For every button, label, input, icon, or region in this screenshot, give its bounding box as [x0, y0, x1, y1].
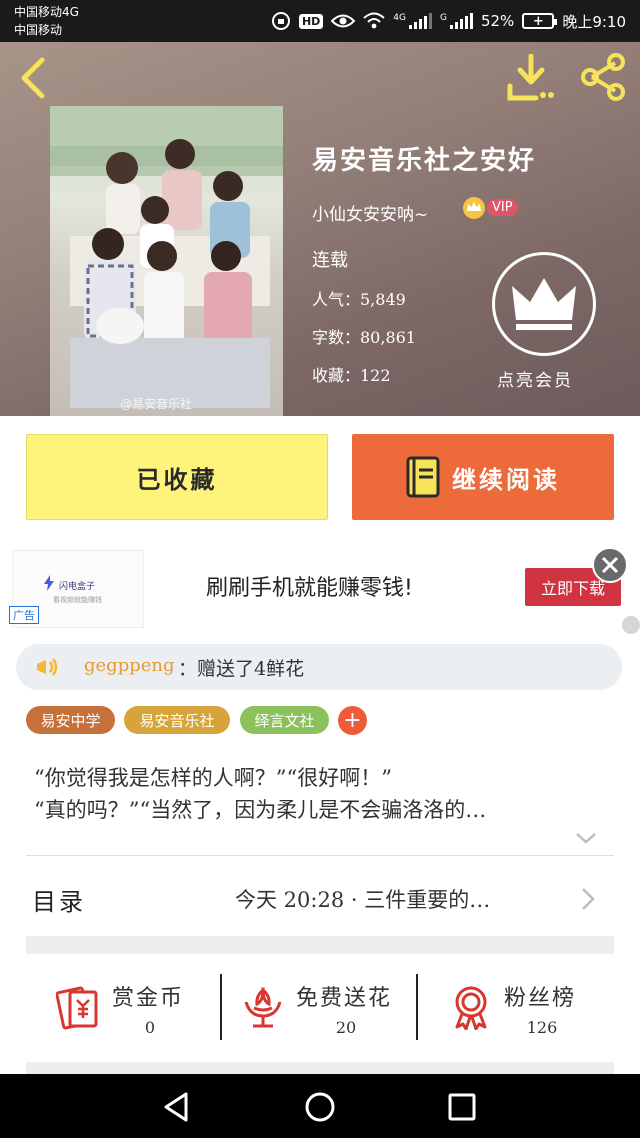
gift-user[interactable]: gegppeng	[84, 655, 175, 676]
nav-home-icon[interactable]	[303, 1090, 337, 1124]
popularity-stat: 人气：5,849	[312, 290, 406, 309]
gift-text: ：赠送了4鲜花	[178, 658, 305, 680]
signal-g-icon: G	[440, 13, 473, 29]
fans-value: 126	[526, 1018, 558, 1037]
red-envelope-icon	[56, 986, 98, 1030]
megaphone-icon	[37, 658, 58, 676]
flowers-title: 免费送花	[296, 986, 393, 1011]
tag-3[interactable]: 绎言文社	[240, 706, 329, 734]
signal-4g-icon: 4G	[393, 13, 432, 29]
carrier-2: 中国移动	[14, 23, 63, 37]
ad-banner[interactable]: 闪电盒子 看视频就能赚钱 广告 刷刷手机就能赚零钱! 立即下载	[0, 540, 640, 634]
ad-brand-sub: 看视频就能赚钱	[53, 596, 102, 604]
chevron-down-icon[interactable]	[574, 830, 598, 846]
status-bar: 中国移动4G 中国移动 HD 4G G 52% + 晚上9:10	[0, 0, 640, 42]
ad-tag: 广告	[9, 606, 39, 624]
eye-icon	[331, 13, 356, 29]
tag-1[interactable]: 易安中学	[26, 706, 115, 734]
ad-brand: 闪电盒子	[59, 582, 96, 592]
stat-divider	[416, 974, 418, 1040]
member-button[interactable]	[492, 252, 596, 356]
clock: 晚上9:10	[562, 12, 626, 31]
wifi-icon	[363, 12, 385, 30]
favorited-button[interactable]: 已收藏	[26, 434, 328, 520]
ad-text[interactable]: 刷刷手机就能赚零钱!	[206, 570, 413, 602]
gift-notice[interactable]: gegppeng ：赠送了4鲜花	[16, 644, 622, 690]
back-button[interactable]	[14, 56, 54, 100]
medal-icon	[455, 986, 487, 1030]
share-button[interactable]	[578, 52, 628, 102]
close-icon	[601, 556, 619, 574]
reward-value: 0	[144, 1018, 156, 1037]
rotation-lock-icon	[271, 11, 291, 31]
favorited-label: 已收藏	[136, 464, 218, 494]
ad-info-icon[interactable]	[622, 616, 640, 634]
book-cover[interactable]: @易安音乐社	[50, 106, 283, 416]
nav-recent-icon[interactable]	[445, 1090, 479, 1124]
vip-badge: VIP	[487, 199, 518, 216]
battery-percent: 52%	[480, 12, 515, 30]
cover-photo	[50, 106, 283, 408]
flower-icon	[244, 986, 282, 1028]
add-tag-button[interactable]: +	[338, 706, 367, 735]
favorites-stat: 收藏：122	[312, 366, 391, 385]
word-count-stat: 字数：80,861	[312, 328, 416, 347]
stat-divider	[220, 974, 222, 1040]
reward-title: 赏金币	[112, 986, 185, 1011]
synopsis-line-1[interactable]: “你觉得我是怎样的人啊？”“很好啊！”	[34, 762, 392, 792]
system-nav-bar	[0, 1074, 640, 1138]
status-icons: HD 4G G 52% + 晚上9:10	[271, 9, 626, 33]
section-separator	[26, 936, 614, 954]
download-button[interactable]	[506, 53, 556, 102]
lightning-icon	[44, 575, 54, 591]
member-label[interactable]: 点亮会员	[497, 366, 573, 391]
section-separator	[26, 1062, 614, 1074]
book-header: @易安音乐社 易安音乐社之安好 小仙女安安呐~ VIP 连载 人气：5,849 …	[0, 42, 640, 416]
serial-status: 连载	[312, 250, 348, 271]
tag-2[interactable]: 易安音乐社	[124, 706, 230, 734]
continue-reading-button[interactable]: 继续阅读	[352, 434, 614, 520]
download-icon	[507, 53, 554, 101]
continue-reading-label: 继续阅读	[452, 464, 560, 494]
author-name[interactable]: 小仙女安安呐~	[312, 200, 428, 225]
cover-watermark: @易安音乐社	[120, 397, 193, 411]
crown-icon	[512, 278, 576, 330]
hd-icon: HD	[298, 13, 324, 29]
ad-close-button[interactable]	[592, 547, 628, 583]
book-icon	[406, 456, 440, 498]
vip-crown-icon	[463, 197, 485, 219]
carrier-1: 中国移动4G	[14, 5, 79, 19]
divider	[26, 855, 614, 856]
fans-title: 粉丝榜	[504, 986, 577, 1011]
nav-back-icon[interactable]	[160, 1090, 194, 1124]
chevron-right-icon[interactable]	[580, 886, 596, 912]
book-title: 易安音乐社之安好	[312, 146, 537, 176]
share-icon	[581, 53, 625, 101]
synopsis-line-2[interactable]: “真的吗？”“当然了，因为柔儿是不会骗洛洛的…	[34, 794, 486, 824]
flowers-value: 20	[335, 1018, 357, 1037]
battery-icon: +	[522, 13, 558, 29]
catalog-label[interactable]: 目录	[32, 882, 86, 917]
latest-chapter[interactable]: 今天 20:28 · 三件重要的…	[235, 884, 490, 914]
